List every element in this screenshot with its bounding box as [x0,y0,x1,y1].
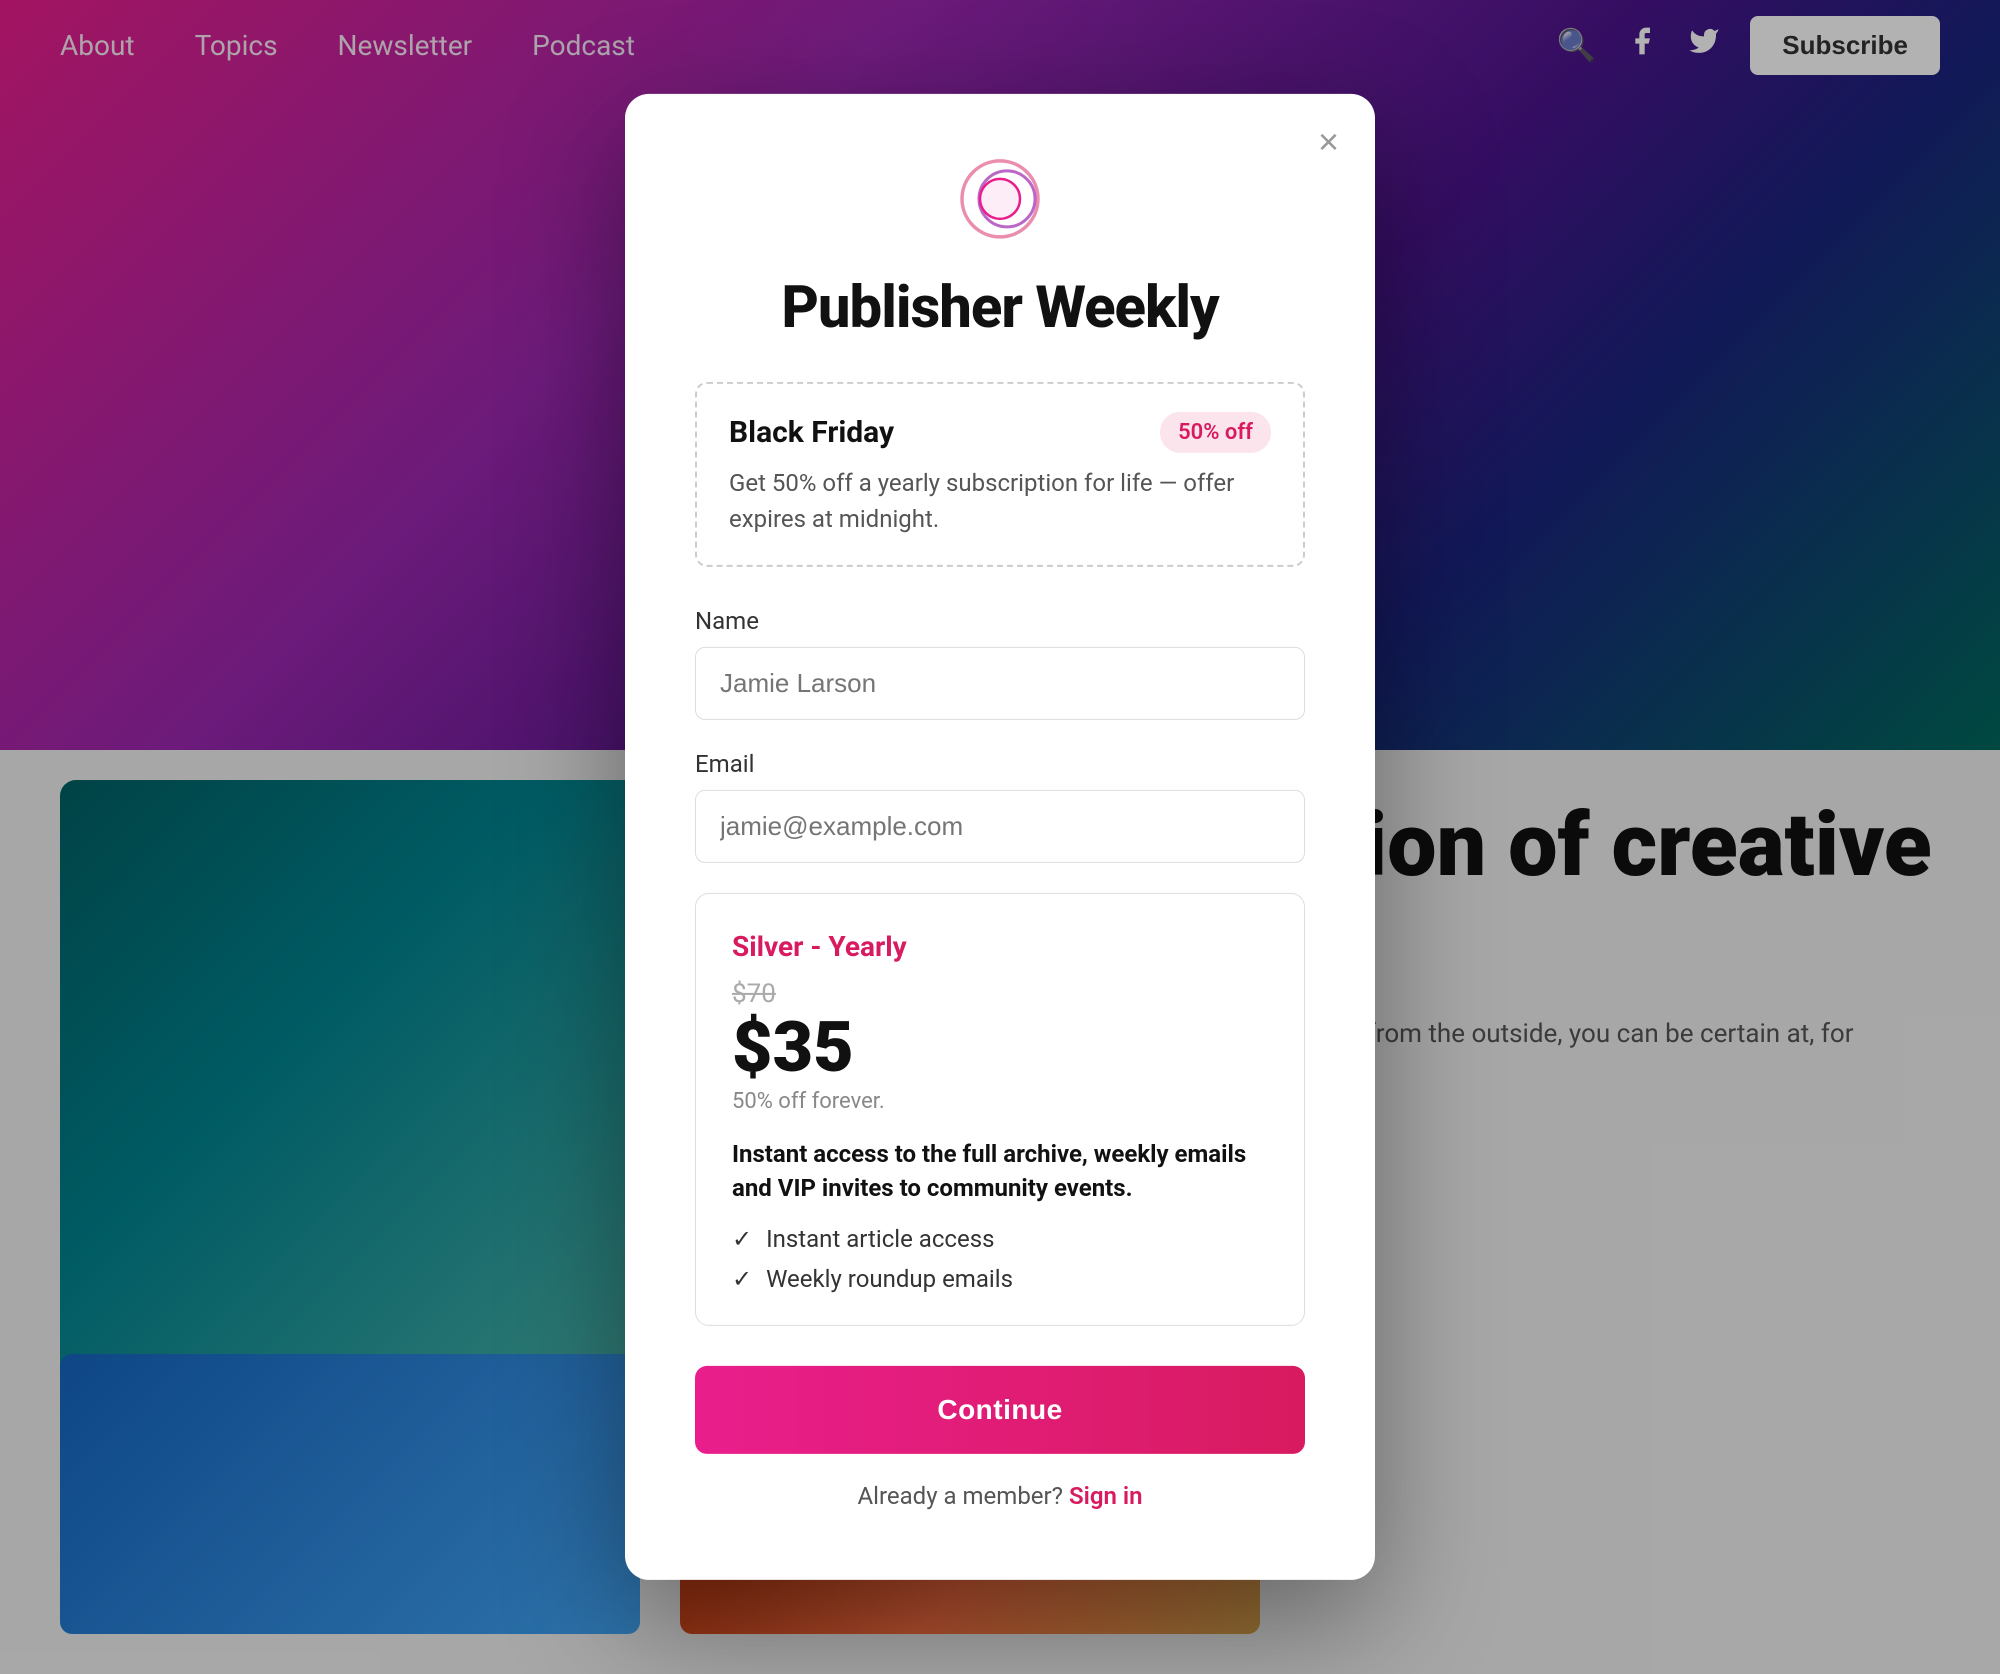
close-button[interactable]: × [1318,124,1339,160]
pricing-features: ✓ Instant article access ✓ Weekly roundu… [732,1225,1268,1293]
subscription-modal: × Publisher Weekly Black Friday 50% off … [625,94,1375,1580]
name-input[interactable] [695,647,1305,720]
modal-title: Publisher Weekly [695,274,1305,342]
feature-2-label: Weekly roundup emails [766,1265,1013,1293]
bf-badge: 50% off [1160,412,1271,453]
feature-1-label: Instant article access [766,1225,994,1253]
pricing-card: Silver - Yearly $70 $35 50% off forever.… [695,893,1305,1326]
new-price: $35 [732,1013,1268,1083]
email-input[interactable] [695,790,1305,863]
already-member-text: Already a member? Sign in [695,1482,1305,1510]
plan-name: Silver - Yearly [732,930,1268,963]
feature-1: ✓ Instant article access [732,1225,1268,1253]
bf-title: Black Friday [729,415,894,450]
bf-header: Black Friday 50% off [729,412,1271,453]
sign-in-link[interactable]: Sign in [1069,1482,1143,1510]
continue-button[interactable]: Continue [695,1366,1305,1454]
bf-description: Get 50% off a yearly subscription for li… [729,465,1271,537]
email-label: Email [695,750,1305,778]
logo [955,154,1045,244]
pricing-description: Instant access to the full archive, week… [732,1138,1268,1205]
check-icon-2: ✓ [732,1265,752,1293]
discount-text: 50% off forever. [732,1089,1268,1114]
name-label: Name [695,607,1305,635]
check-icon-1: ✓ [732,1225,752,1253]
old-price: $70 [732,979,1268,1009]
already-member-label: Already a member? [857,1482,1063,1510]
black-friday-banner: Black Friday 50% off Get 50% off a yearl… [695,382,1305,567]
feature-2: ✓ Weekly roundup emails [732,1265,1268,1293]
